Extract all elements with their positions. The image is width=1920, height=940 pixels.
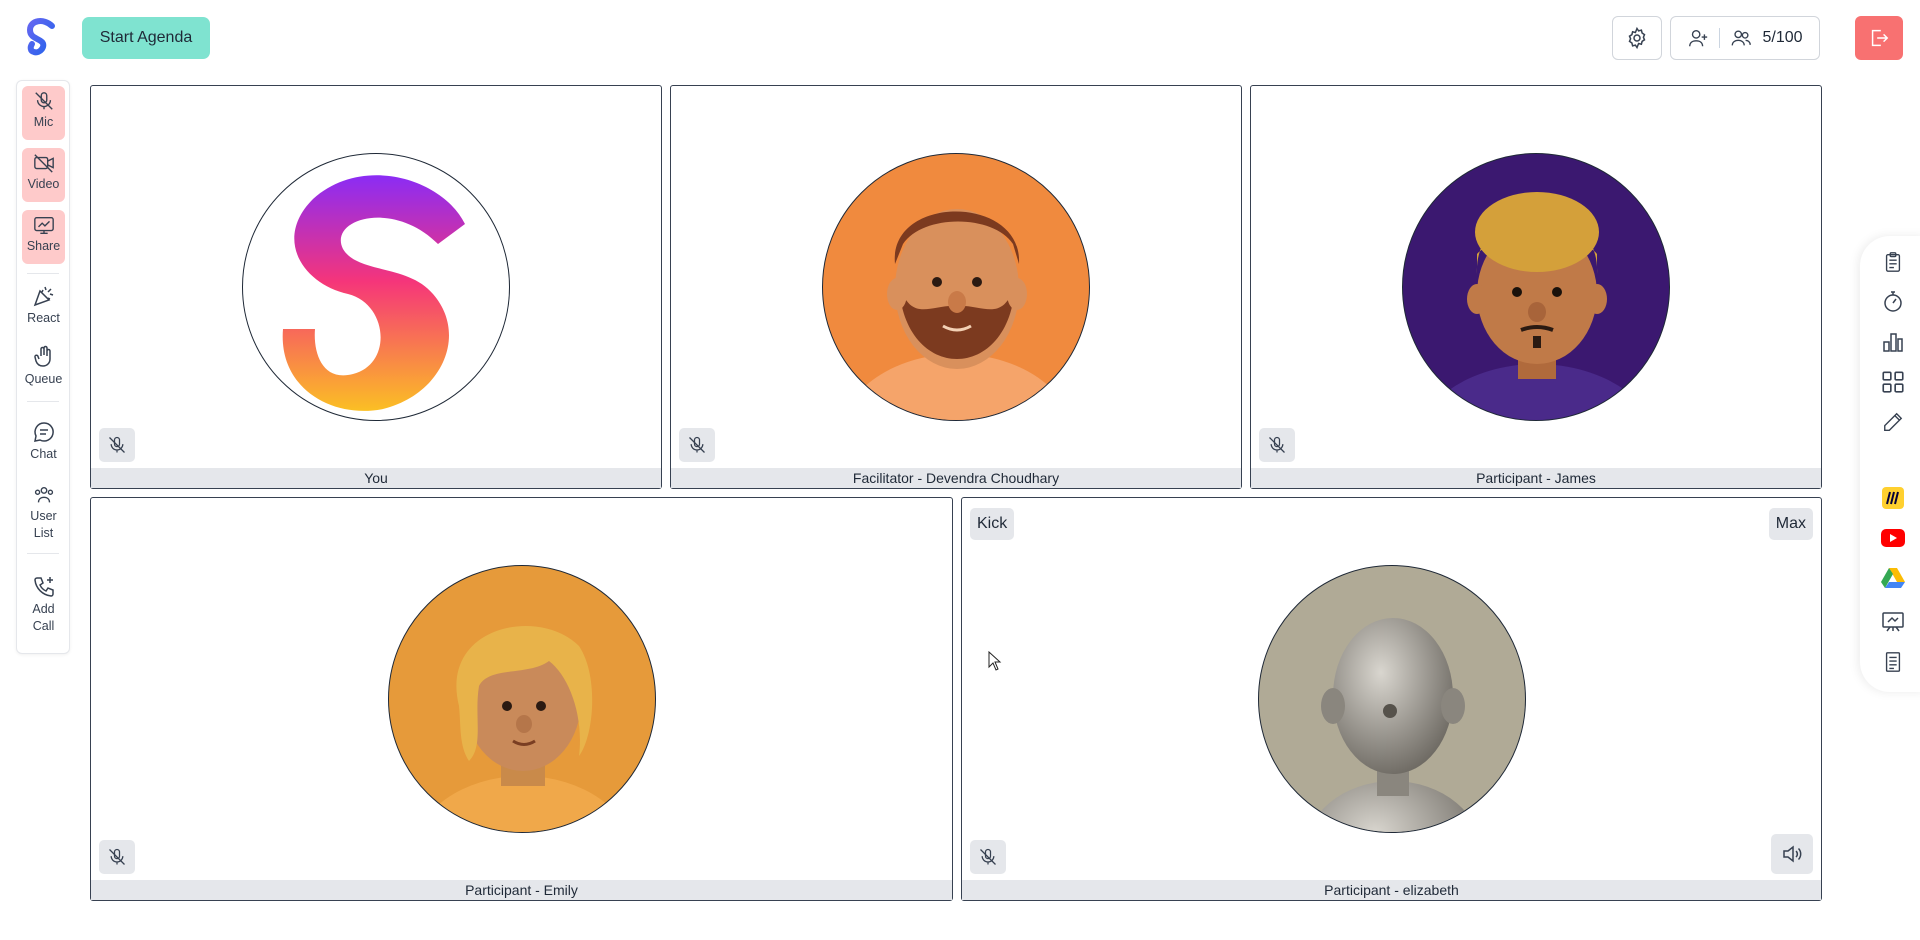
party-popper-icon — [33, 286, 53, 307]
app-logo — [22, 16, 60, 62]
avatar — [387, 565, 656, 833]
poll-icon — [1883, 333, 1903, 352]
participants-count: 5/100 — [1762, 29, 1803, 46]
divider — [27, 273, 59, 274]
mic-off-icon — [689, 436, 705, 453]
user-list-label: List — [33, 526, 54, 540]
document-icon — [1885, 652, 1901, 672]
video-label: Video — [27, 177, 60, 191]
raise-hand-icon — [33, 345, 51, 367]
leave-button[interactable] — [1855, 16, 1903, 60]
video-tile-james[interactable]: Participant - James — [1250, 85, 1822, 489]
tile-name: Participant - James — [1251, 468, 1821, 488]
add-user-icon — [1689, 29, 1708, 47]
exit-icon — [1871, 29, 1889, 47]
add-call-label: Add — [32, 602, 55, 616]
mic-off-indicator — [99, 840, 135, 874]
video-tile-you[interactable]: You — [90, 85, 662, 489]
mic-off-icon — [34, 92, 53, 110]
mic-off-icon — [109, 848, 125, 865]
youtube-button[interactable] — [1879, 524, 1907, 552]
chat-label: Chat — [30, 447, 57, 461]
react-label: React — [27, 311, 60, 325]
mic-off-indicator — [1259, 428, 1295, 462]
mic-off-icon — [980, 848, 996, 865]
poll-button[interactable] — [1879, 328, 1907, 356]
phone-add-icon — [33, 577, 54, 597]
notes-button[interactable] — [1879, 248, 1907, 276]
notes-icon — [1885, 252, 1901, 272]
divider — [27, 553, 59, 554]
avatar — [1402, 153, 1670, 421]
tile-name: Facilitator - Devendra Choudhary — [671, 468, 1241, 488]
mic-label: Mic — [33, 115, 54, 129]
separator — [1719, 28, 1721, 48]
avatar — [242, 153, 510, 421]
mic-button[interactable]: Mic — [22, 86, 65, 140]
add-call-button[interactable]: Add Call — [22, 575, 65, 635]
chat-icon — [33, 422, 54, 442]
left-toolbar: Mic Video Share React Queue Chat User Li… — [16, 80, 70, 654]
video-tile-elizabeth[interactable]: Kick Max Participant - elizabeth — [961, 497, 1822, 901]
tile-name: Participant - Emily — [91, 880, 952, 900]
avatar — [822, 153, 1090, 421]
tile-name: Participant - elizabeth — [962, 880, 1821, 900]
video-tile-emily[interactable]: Participant - Emily — [90, 497, 953, 901]
video-button[interactable]: Video — [22, 148, 65, 202]
chat-button[interactable]: Chat — [22, 420, 65, 463]
mic-off-indicator — [970, 840, 1006, 874]
maximize-button[interactable]: Max — [1768, 508, 1813, 540]
youtube-icon — [1881, 529, 1905, 547]
pencil-icon — [1884, 412, 1903, 431]
mouse-cursor-icon — [988, 651, 1002, 671]
miro-icon — [1882, 487, 1904, 509]
user-list-button[interactable]: User List — [22, 484, 65, 542]
mic-off-indicator — [679, 428, 715, 462]
timer-button[interactable] — [1879, 288, 1907, 316]
divider — [27, 401, 59, 402]
google-drive-button[interactable] — [1879, 564, 1907, 592]
tile-name: You — [91, 468, 661, 488]
share-label: Share — [26, 239, 61, 253]
mic-off-icon — [109, 436, 125, 453]
whiteboard-button[interactable] — [1879, 608, 1907, 636]
document-button[interactable] — [1879, 648, 1907, 676]
queue-label: Queue — [24, 372, 63, 386]
google-drive-icon — [1881, 568, 1905, 588]
users-icon — [1732, 30, 1752, 46]
volume-button[interactable] — [1771, 834, 1813, 874]
avatar — [1257, 565, 1526, 833]
share-button[interactable]: Share — [22, 210, 65, 264]
participants-button[interactable]: 5/100 — [1670, 16, 1820, 60]
right-toolbar — [1860, 236, 1920, 692]
screen-share-icon — [33, 216, 54, 234]
add-call-label: Call — [32, 619, 55, 633]
start-agenda-button[interactable]: Start Agenda — [82, 17, 210, 59]
apps-grid-icon — [1882, 371, 1904, 393]
miro-button[interactable] — [1879, 484, 1907, 512]
gear-icon — [1628, 26, 1646, 50]
users-icon — [34, 486, 53, 503]
annotate-button[interactable] — [1879, 408, 1907, 436]
mic-off-indicator — [99, 428, 135, 462]
whiteboard-icon — [1882, 612, 1904, 632]
settings-button[interactable] — [1612, 16, 1662, 60]
queue-button[interactable]: Queue — [22, 345, 65, 388]
video-off-icon — [33, 154, 54, 173]
video-tile-facilitator[interactable]: Facilitator - Devendra Choudhary — [670, 85, 1242, 489]
apps-button[interactable] — [1879, 368, 1907, 396]
speaker-icon — [1783, 845, 1802, 863]
timer-icon — [1884, 291, 1902, 312]
user-list-label: User — [30, 509, 57, 523]
mic-off-icon — [1269, 436, 1285, 453]
react-button[interactable]: React — [22, 284, 65, 327]
kick-button[interactable]: Kick — [970, 508, 1015, 540]
